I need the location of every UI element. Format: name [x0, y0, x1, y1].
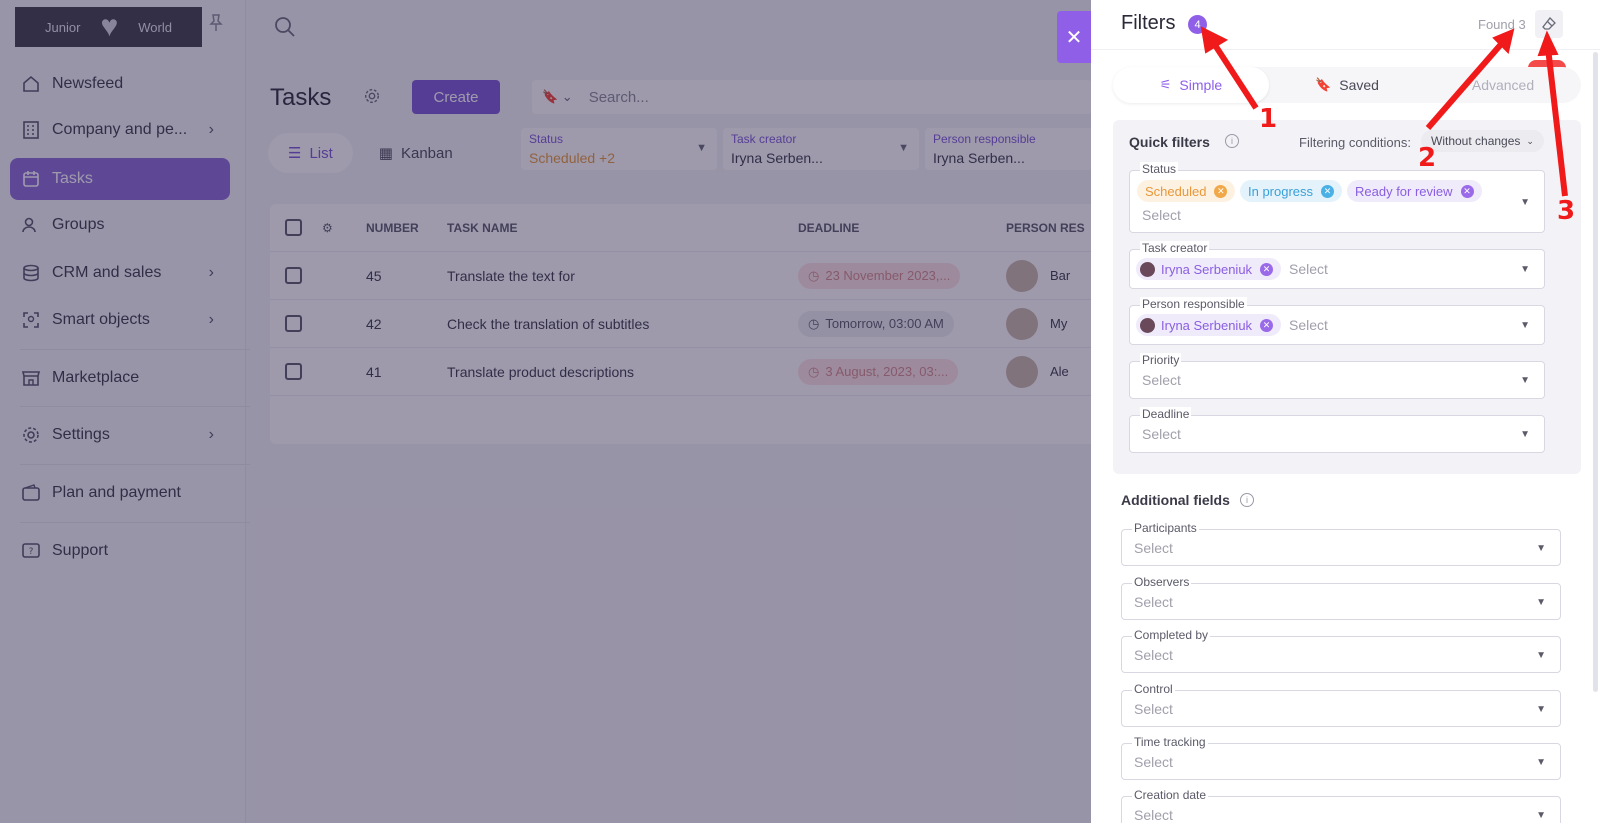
filtering-conditions-value: Without changes [1431, 134, 1521, 148]
placeholder: Select [1134, 647, 1173, 663]
tab-saved[interactable]: 🔖 Saved [1269, 67, 1425, 103]
active-filters-count-badge: 4 [1188, 15, 1207, 34]
chevron-down-icon: ⌄ [1526, 135, 1534, 146]
tab-advanced[interactable]: Advanced [1425, 67, 1581, 103]
tab-simple[interactable]: ⚟ Simple [1113, 67, 1269, 103]
user-chip: Iryna Serbeniuk ✕ [1136, 314, 1282, 336]
filtering-conditions-select[interactable]: Without changes ⌄ [1421, 130, 1544, 152]
placeholder: Select [1134, 701, 1173, 717]
chevron-down-icon: ▼ [1520, 429, 1530, 440]
quick-filters-section: Quick filters i Filtering conditions: Wi… [1113, 120, 1581, 474]
priority-select[interactable]: Priority Select ▼ [1129, 353, 1545, 399]
field-label: Participants [1132, 521, 1199, 535]
status-select[interactable]: Status Scheduled ✕ In progress ✕ Ready f… [1129, 162, 1545, 233]
field-label: Observers [1132, 575, 1192, 589]
filters-panel: Filters 4 Found 3 ⚟ Simple 🔖 Saved Advan… [1091, 0, 1600, 823]
remove-chip-icon[interactable]: ✕ [1260, 318, 1274, 332]
status-chip-in-progress: In progress ✕ [1240, 180, 1343, 202]
field-label: Status [1140, 162, 1179, 176]
placeholder: Select [1142, 372, 1181, 388]
task-creator-select[interactable]: Task creator Iryna Serbeniuk ✕ Select ▼ [1129, 241, 1545, 289]
field-label: Time tracking [1132, 735, 1208, 749]
deadline-select[interactable]: Deadline Select ▼ [1129, 407, 1545, 453]
completed-by-select[interactable]: Completed by Select ▼ [1121, 628, 1561, 673]
quick-filters-title: Quick filters [1129, 134, 1210, 150]
info-icon[interactable]: i [1240, 493, 1254, 507]
chevron-down-icon: ▼ [1520, 264, 1530, 275]
chip-label: In progress [1248, 183, 1314, 199]
avatar [1140, 261, 1155, 277]
placeholder: Select [1134, 540, 1173, 556]
placeholder: Select [1134, 594, 1173, 610]
field-label: Task creator [1140, 241, 1210, 255]
placeholder: Select [1289, 261, 1328, 277]
creation-date-select[interactable]: Creation date Select ▼ [1121, 788, 1561, 823]
eraser-icon [1542, 17, 1556, 30]
clear-filters-button[interactable] [1535, 10, 1563, 38]
observers-select[interactable]: Observers Select ▼ [1121, 575, 1561, 620]
panel-title: Filters [1121, 12, 1176, 34]
chevron-down-icon: ▼ [1536, 810, 1546, 821]
status-chip-scheduled: Scheduled ✕ [1137, 180, 1236, 202]
chevron-down-icon: ▼ [1536, 543, 1546, 554]
chip-label: Ready for review [1355, 183, 1453, 199]
field-label: Control [1132, 682, 1175, 696]
tab-label: Advanced [1471, 77, 1535, 93]
chevron-down-icon: ▼ [1520, 197, 1530, 208]
info-icon[interactable]: i [1225, 134, 1239, 148]
remove-chip-icon[interactable]: ✕ [1214, 184, 1228, 198]
panel-header: Filters 4 Found 3 [1091, 0, 1600, 50]
found-count: Found 3 [1478, 17, 1526, 32]
scrollbar[interactable] [1593, 52, 1598, 692]
chevron-down-icon: ▼ [1536, 650, 1546, 661]
placeholder: Select [1142, 426, 1181, 442]
remove-chip-icon[interactable]: ✕ [1460, 184, 1474, 198]
close-icon: ✕ [1065, 26, 1083, 49]
tab-label: Simple [1179, 77, 1223, 93]
field-label: Creation date [1132, 788, 1209, 802]
participants-select[interactable]: Participants Select ▼ [1121, 521, 1561, 566]
placeholder: Select [1134, 807, 1173, 823]
tab-label: Saved [1339, 77, 1379, 93]
additional-fields-title: Additional fields [1121, 492, 1230, 508]
chevron-down-icon: ▼ [1536, 704, 1546, 715]
placeholder: Select [1142, 207, 1181, 223]
placeholder: Select [1134, 754, 1173, 770]
field-label: Priority [1140, 353, 1182, 367]
chip-label: Iryna Serbeniuk [1161, 261, 1253, 277]
control-select[interactable]: Control Select ▼ [1121, 682, 1561, 727]
avatar [1140, 317, 1155, 333]
sliders-icon: ⚟ [1159, 77, 1172, 92]
chevron-down-icon: ▼ [1536, 597, 1546, 608]
time-tracking-select[interactable]: Time tracking Select ▼ [1121, 735, 1561, 780]
filter-mode-tabs: ⚟ Simple 🔖 Saved Advanced [1113, 67, 1581, 103]
chevron-down-icon: ▼ [1520, 375, 1530, 386]
annotation-label-2: 2 [1418, 143, 1437, 173]
remove-chip-icon[interactable]: ✕ [1260, 262, 1274, 276]
placeholder: Select [1289, 317, 1328, 333]
status-chip-ready-for-review: Ready for review ✕ [1347, 180, 1482, 202]
annotation-label-1: 1 [1259, 104, 1278, 134]
person-responsible-select[interactable]: Person responsible Iryna Serbeniuk ✕ Sel… [1129, 297, 1545, 345]
chip-label: Iryna Serbeniuk [1161, 317, 1253, 333]
bookmark-icon: 🔖 [1315, 77, 1332, 92]
close-filters-button[interactable]: ✕ [1057, 11, 1091, 63]
chevron-down-icon: ▼ [1536, 757, 1546, 768]
annotation-label-3: 3 [1557, 196, 1576, 226]
field-label: Completed by [1132, 628, 1211, 642]
chip-label: Scheduled [1145, 183, 1207, 199]
field-label: Person responsible [1140, 297, 1247, 311]
filtering-conditions-label: Filtering conditions: [1299, 135, 1411, 150]
user-chip: Iryna Serbeniuk ✕ [1136, 258, 1282, 280]
field-label: Deadline [1140, 407, 1192, 421]
remove-chip-icon[interactable]: ✕ [1321, 184, 1335, 198]
chevron-down-icon: ▼ [1520, 320, 1530, 331]
